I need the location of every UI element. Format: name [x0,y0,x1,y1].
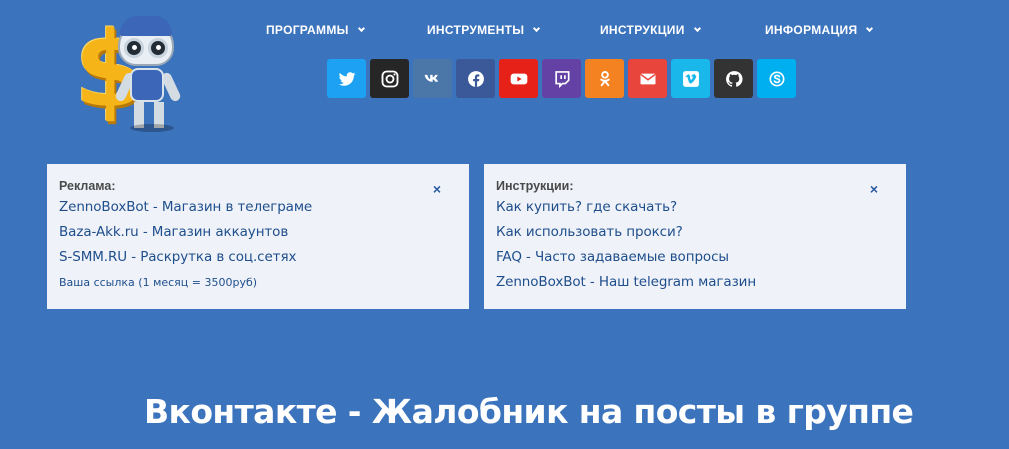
robot-body [130,68,164,102]
robot-eye-left [124,38,144,58]
page-title: Вконтакте - Жалобник на посты в группе [144,392,914,431]
ads-box-close-icon[interactable]: × [433,182,441,196]
robot-shadow [130,124,174,132]
envelope-icon [639,73,656,84]
nav-item-programs[interactable]: ПРОГРАММЫ [266,20,365,40]
nav-item-instructions[interactable]: ИНСТРУКЦИИ [600,20,701,40]
guide-link-proxy[interactable]: Как использовать прокси? [496,220,894,245]
skype-button[interactable] [757,59,796,98]
email-button[interactable] [628,59,667,98]
vk-button[interactable] [413,59,452,98]
twitch-button[interactable] [542,59,581,98]
vimeo-button[interactable] [671,59,710,98]
chevron-down-icon [866,24,874,32]
guides-box-title: Инструкции: [496,179,574,193]
nav-item-label: ИНФОРМАЦИЯ [765,23,858,37]
robot-eye-right [148,38,168,58]
chevron-down-icon [693,24,701,32]
ad-link-baza-akk[interactable]: Baza-Akk.ru - Магазин аккаунтов [59,220,457,245]
github-button[interactable] [714,59,753,98]
ad-link-zennoboxbot[interactable]: ZennoBoxBot - Магазин в телеграме [59,195,457,220]
nav-item-label: ИНСТРУКЦИИ [600,23,685,37]
vk-icon [424,74,438,82]
twitter-button[interactable] [327,59,366,98]
nav-item-label: ИНСТРУМЕНТЫ [427,23,525,37]
github-icon [725,70,743,87]
nav-item-information[interactable]: ИНФОРМАЦИЯ [765,20,874,40]
twitter-icon [338,71,355,86]
main-nav: ПРОГРАММЫ ИНСТРУМЕНТЫ ИНСТРУКЦИИ ИНФОРМА… [0,20,1009,40]
instagram-button[interactable] [370,59,409,98]
facebook-icon [467,70,484,87]
guide-link-faq[interactable]: FAQ - Часто задаваемые вопросы [496,245,894,270]
youtube-icon [510,73,527,84]
skype-icon [769,71,784,86]
chevron-down-icon [533,24,541,32]
ad-link-your-link[interactable]: Ваша ссылка (1 месяц = 3500руб) [59,270,457,295]
nav-item-label: ПРОГРАММЫ [266,23,349,37]
ad-link-s-smm[interactable]: S-SMM.RU - Раскрутка в соц.сетях [59,245,457,270]
guides-box: Инструкции: × Как купить? где скачать? К… [484,164,906,309]
social-links [327,59,796,98]
youtube-button[interactable] [499,59,538,98]
guide-link-how-to-buy[interactable]: Как купить? где скачать? [496,195,894,220]
ads-box: Реклама: × ZennoBoxBot - Магазин в телег… [47,164,469,309]
nav-item-tools[interactable]: ИНСТРУМЕНТЫ [427,20,541,40]
ads-box-title: Реклама: [59,179,116,193]
odnoklassniki-icon [599,70,610,86]
instagram-icon [381,70,398,87]
chevron-down-icon [357,24,365,32]
odnoklassniki-button[interactable] [585,59,624,98]
guide-link-telegram-shop[interactable]: ZennoBoxBot - Наш telegram магазин [496,270,894,295]
facebook-button[interactable] [456,59,495,98]
vimeo-icon [682,70,699,87]
guides-box-close-icon[interactable]: × [870,182,878,196]
twitch-icon [554,70,569,88]
